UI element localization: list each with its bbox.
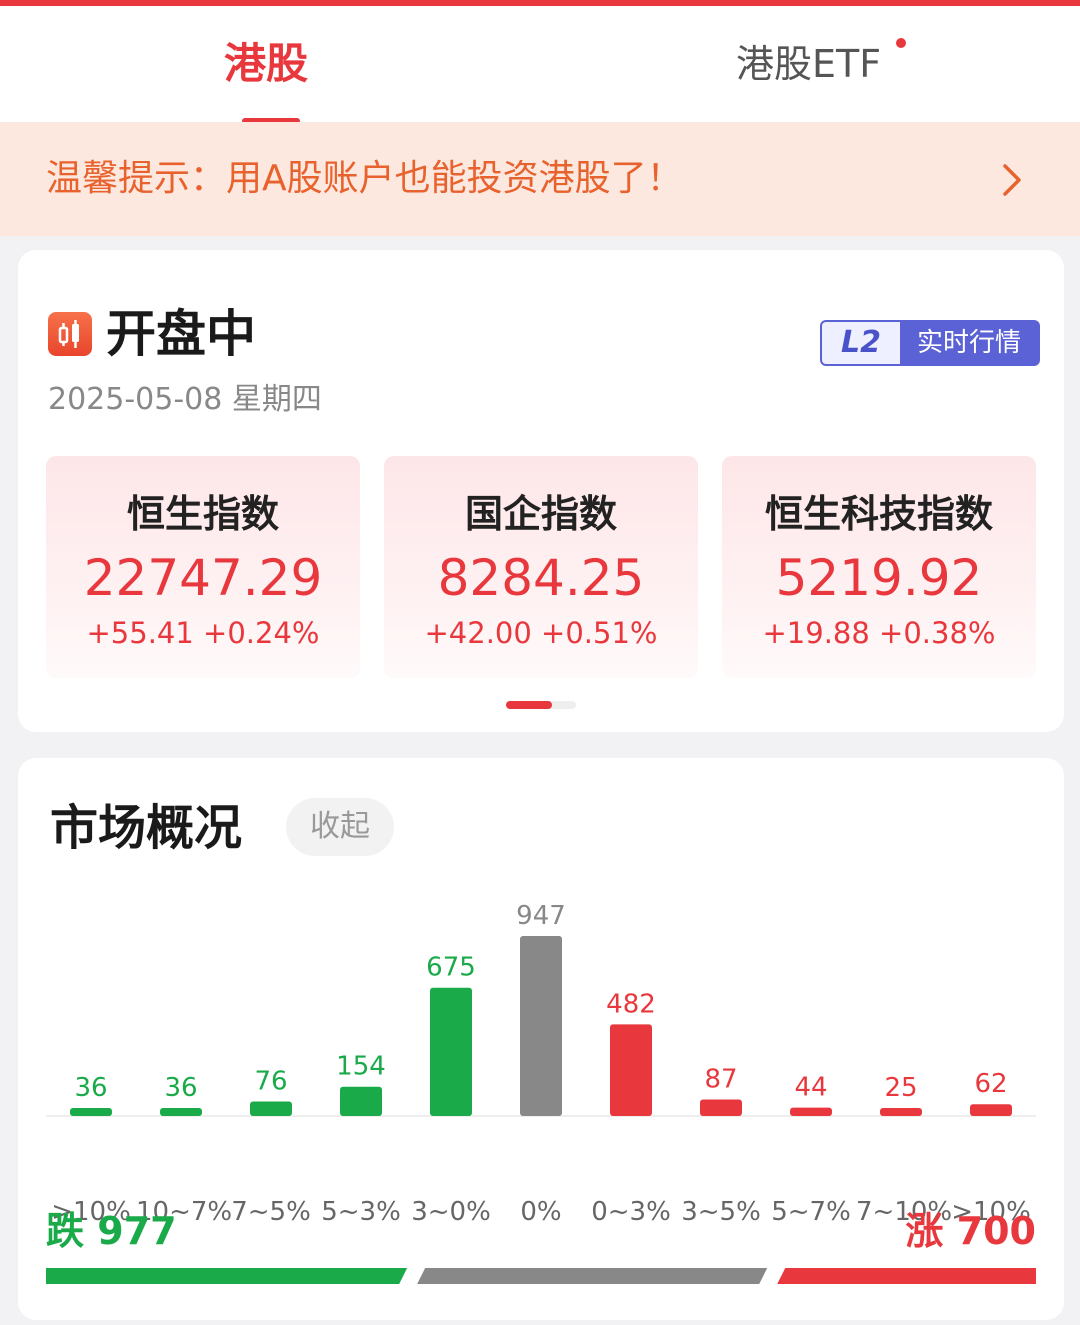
index-change: +42.00 +0.51% bbox=[384, 614, 698, 652]
chart-data-label: 62 bbox=[974, 1069, 1007, 1099]
chart-tick-label: 3~5% bbox=[681, 1197, 761, 1227]
market-status-card: 开盘中 2025-05-08 星期四 L2 实时行情 恒生指数 22747.29… bbox=[18, 250, 1064, 732]
chart-bar bbox=[340, 1086, 382, 1116]
index-card-hsi[interactable]: 恒生指数 22747.29 +55.41 +0.24% bbox=[46, 456, 360, 678]
chart-bar bbox=[970, 1104, 1012, 1116]
chart-bar bbox=[700, 1099, 742, 1116]
market-overview-card: 市场概况 收起 36 36 76 154 675 947 482 87 44 25 62 >10% 1… bbox=[18, 758, 1064, 1320]
index-change: +55.41 +0.24% bbox=[46, 614, 360, 652]
tip-banner[interactable]: 温馨提示：用A股账户也能投资港股了！ bbox=[0, 122, 1080, 236]
up-down-ratio-bar bbox=[46, 1268, 1036, 1284]
collapse-button[interactable]: 收起 bbox=[286, 798, 394, 856]
overview-title: 市场概况 bbox=[50, 800, 243, 856]
chart-data-label: 44 bbox=[794, 1073, 827, 1103]
realtime-label: 实时行情 bbox=[916, 328, 1021, 358]
chart-tick-label: 0% bbox=[520, 1197, 562, 1227]
carousel-pager bbox=[506, 701, 576, 709]
index-card-hscei[interactable]: 国企指数 8284.25 +42.00 +0.51% bbox=[384, 456, 698, 678]
chart-tick-label: 5~3% bbox=[321, 1197, 401, 1227]
index-change-abs: +55.41 bbox=[86, 616, 194, 650]
index-name: 恒生科技指数 bbox=[764, 492, 993, 536]
l2-realtime-badge[interactable]: L2 实时行情 bbox=[820, 320, 1040, 366]
chart-tick-label: 7~5% bbox=[231, 1197, 311, 1227]
chart-data-label: 154 bbox=[336, 1052, 386, 1082]
index-name: 恒生指数 bbox=[126, 492, 279, 536]
up-count-value: 700 bbox=[956, 1209, 1036, 1253]
chart-bar bbox=[610, 1024, 652, 1116]
index-change-abs: +19.88 bbox=[762, 616, 870, 650]
chart-data-label: 947 bbox=[516, 901, 566, 931]
ratio-segment-down bbox=[46, 1268, 407, 1284]
chart-bar bbox=[430, 987, 472, 1116]
tab-hk-stocks[interactable]: 港股 bbox=[224, 36, 308, 92]
down-count: 跌 977 bbox=[46, 1206, 177, 1256]
chart-data-label: 25 bbox=[884, 1073, 917, 1103]
index-change: +19.88 +0.38% bbox=[722, 614, 1036, 652]
index-card-hstech[interactable]: 恒生科技指数 5219.92 +19.88 +0.38% bbox=[722, 456, 1036, 678]
up-label-text: 涨 bbox=[905, 1209, 944, 1253]
index-value: 22747.29 bbox=[83, 549, 323, 607]
chart-data-label: 36 bbox=[74, 1073, 107, 1103]
chart-data-label: 675 bbox=[426, 953, 476, 983]
tab-bar: 港股 港股ETF bbox=[0, 6, 1080, 124]
l2-label: L2 bbox=[822, 322, 900, 364]
ratio-segment-up bbox=[777, 1268, 1036, 1284]
tab-hk-etf[interactable]: 港股ETF bbox=[736, 36, 881, 92]
chart-data-label: 76 bbox=[254, 1067, 287, 1097]
chart-tick-label: 5~7% bbox=[771, 1197, 851, 1227]
index-change-pct: +0.24% bbox=[203, 616, 320, 650]
chart-bar bbox=[160, 1108, 202, 1116]
chart-data-label: 482 bbox=[606, 989, 656, 1019]
chart-data-label: 36 bbox=[164, 1073, 197, 1103]
index-change-pct: +0.51% bbox=[541, 616, 658, 650]
carousel-pager-active bbox=[506, 701, 552, 709]
tip-text: 温馨提示：用A股账户也能投资港股了！ bbox=[46, 158, 683, 199]
index-change-abs: +42.00 bbox=[424, 616, 532, 650]
candlestick-icon bbox=[48, 312, 92, 356]
chart-tick-label: 0~3% bbox=[591, 1197, 671, 1227]
chart-tick-label: 3~0% bbox=[411, 1197, 491, 1227]
chart-bar bbox=[880, 1108, 922, 1116]
chart-bar bbox=[250, 1101, 292, 1116]
index-value: 5219.92 bbox=[775, 549, 983, 607]
notification-dot-icon bbox=[896, 38, 906, 48]
ratio-segment-flat bbox=[417, 1268, 767, 1284]
chart-bar bbox=[70, 1108, 112, 1116]
index-change-pct: +0.38% bbox=[879, 616, 996, 650]
down-label-text: 跌 bbox=[46, 1209, 85, 1253]
market-date: 2025-05-08 星期四 bbox=[48, 382, 322, 417]
market-status-title: 开盘中 bbox=[106, 305, 256, 363]
chart-bar bbox=[520, 936, 562, 1116]
index-name: 国企指数 bbox=[464, 492, 617, 536]
distribution-axis-labels: >10% 10~7% 7~5% 5~3% 3~0% 0% 0~3% 3~5% 5~7% 7~10%… bbox=[36, 1192, 1056, 1232]
chart-data-label: 87 bbox=[704, 1064, 737, 1094]
chevron-right-icon[interactable] bbox=[992, 160, 1032, 200]
up-count: 涨 700 bbox=[905, 1206, 1036, 1256]
index-value: 8284.25 bbox=[437, 549, 645, 607]
down-count-value: 977 bbox=[97, 1209, 177, 1253]
chart-bar bbox=[790, 1107, 832, 1116]
distribution-chart: 36 36 76 154 675 947 482 87 44 25 62 bbox=[46, 901, 1036, 1117]
